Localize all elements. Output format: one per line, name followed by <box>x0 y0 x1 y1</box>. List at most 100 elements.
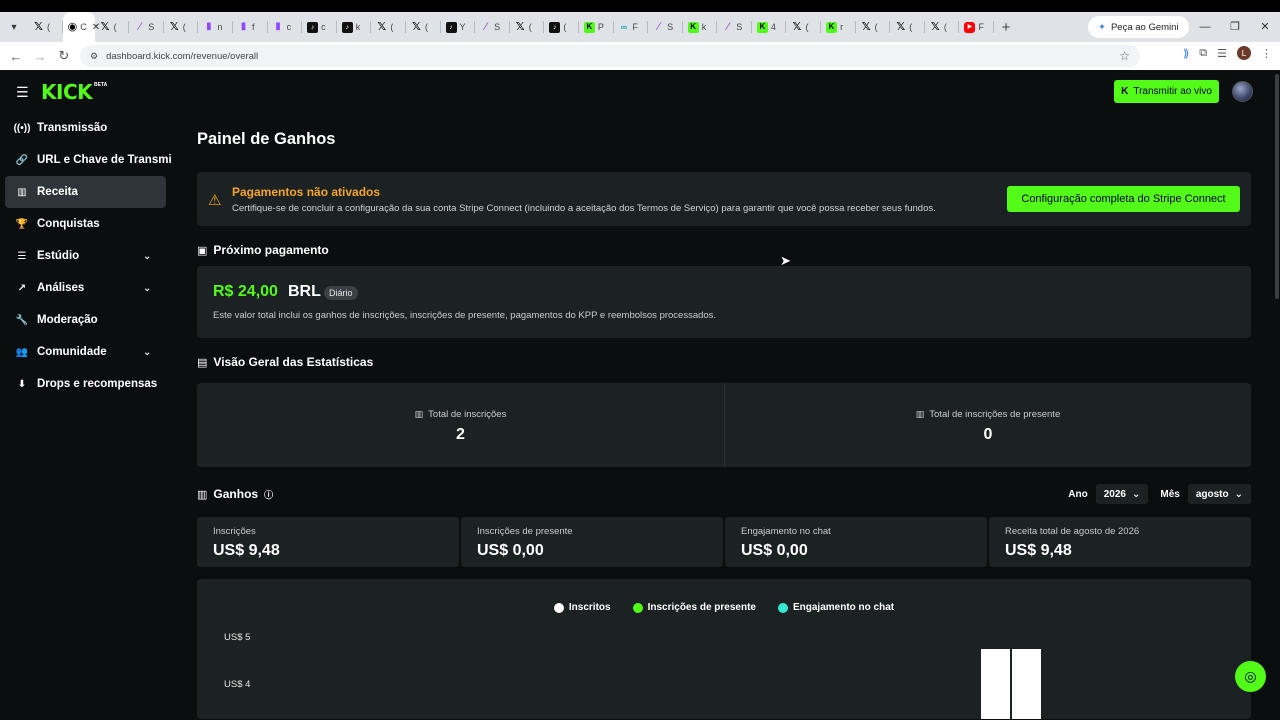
support-chat-button[interactable]: ◎ <box>1235 661 1266 692</box>
sidebar-item-drops[interactable]: ⬇ Drops e recompensas <box>0 368 172 400</box>
browser-tab[interactable]: 𝕏( <box>28 12 63 42</box>
total-subs-label: Total de inscrições <box>428 409 507 420</box>
tab-title: ( <box>563 22 567 32</box>
browser-tab[interactable]: ▮ c <box>268 12 303 42</box>
reading-list-icon[interactable]: ☰ <box>1217 47 1227 60</box>
browser-tab[interactable]: 𝕏( <box>510 12 545 42</box>
browser-tab[interactable]: KP <box>579 12 614 42</box>
new-tab-button[interactable]: + <box>994 19 1018 36</box>
tab-search-button[interactable]: ▾ <box>0 12 28 42</box>
sidebar-item-url[interactable]: 🔗 URL e Chave de Transmissão <box>0 144 172 176</box>
profile-avatar[interactable]: L <box>1237 46 1251 60</box>
beta-badge: BETA <box>94 82 108 88</box>
browser-tab[interactable]: 𝕏( <box>371 12 406 42</box>
reload-icon[interactable]: ↻ <box>52 48 76 64</box>
browser-tab[interactable]: ♪( <box>544 12 579 42</box>
browser-tab[interactable]: 𝕏( <box>890 12 925 42</box>
puzzle-icon[interactable]: ⧉ <box>1199 47 1207 60</box>
tab-title: k <box>701 22 707 32</box>
info-icon[interactable]: ⓘ <box>264 488 273 501</box>
kick-logo[interactable]: KICK <box>41 80 93 104</box>
browser-tab[interactable]: 𝕏( <box>406 12 441 42</box>
tab-title: F <box>978 22 984 32</box>
earnings-filters: Ano 2026 ⌄ Mês agosto ⌄ <box>1068 484 1251 504</box>
browser-tab[interactable]: ∕ S <box>475 12 510 42</box>
forward-icon[interactable]: → <box>28 49 52 64</box>
x-icon: 𝕏 <box>861 20 871 33</box>
chevron-down-icon[interactable]: ⌄ <box>143 347 151 358</box>
tab-title: S <box>148 22 155 32</box>
browser-tab[interactable]: Kk <box>683 12 718 42</box>
extension-icon[interactable]: ⟫ <box>1183 47 1189 60</box>
browser-tab[interactable]: 𝕏( <box>925 12 960 42</box>
sidebar-item-receita[interactable]: ▥ Receita <box>5 176 166 208</box>
browser-tab[interactable]: K4 <box>752 12 787 42</box>
address-bar[interactable]: ⚙ dashboard.kick.com/revenue/overall ☆ <box>80 45 1140 67</box>
bar-chart-icon: ▥ <box>197 488 208 501</box>
browser-tab[interactable]: ▮ n <box>198 12 233 42</box>
site-info-icon[interactable]: ⚙ <box>90 51 98 62</box>
tab-title: S <box>736 22 743 32</box>
hamburger-menu-icon[interactable]: ☰ <box>16 84 29 101</box>
top-bar: ☰ KICK BETA K Transmitir ao vivo <box>0 70 1280 112</box>
browser-tab[interactable]: ♪ k <box>337 12 372 42</box>
browser-tab[interactable]: ∕ S <box>648 12 683 42</box>
tab-title: ( <box>805 22 809 32</box>
payout-frequency-badge: Diário <box>324 286 358 300</box>
kick-favicon-icon: ◉ <box>67 20 78 33</box>
back-icon[interactable]: ← <box>4 49 28 64</box>
earnings-card-label: Inscrições <box>213 526 256 537</box>
page-scrollbar[interactable] <box>1275 74 1279 299</box>
browser-tab[interactable]: ∕ S <box>717 12 752 42</box>
sidebar-item-analises[interactable]: ↗ Análises ⌄ <box>0 272 172 304</box>
twitch-icon: ▮ <box>206 21 212 32</box>
go-live-button[interactable]: K Transmitir ao vivo <box>1114 80 1219 103</box>
warning-title: Pagamentos não ativados <box>232 185 381 199</box>
sidebar-item-label: Comunidade <box>37 346 107 358</box>
browser-tab[interactable]: ♪ Y <box>441 12 476 42</box>
browser-tab[interactable]: ♪ c <box>302 12 337 42</box>
browser-tab[interactable]: 𝕏( <box>164 12 199 42</box>
sidebar-item-conquistas[interactable]: 🏆 Conquistas <box>0 208 172 240</box>
restore-icon[interactable]: ❐ <box>1220 12 1250 42</box>
year-select[interactable]: 2026 ⌄ <box>1095 484 1149 504</box>
bookmark-star-icon[interactable]: ☆ <box>1119 49 1130 63</box>
menu-dots-icon[interactable]: ⋮ <box>1261 47 1272 60</box>
stripe-connect-button[interactable]: Configuração completa do Stripe Connect <box>1007 186 1240 212</box>
gemini-button[interactable]: ✦ Peça ao Gemini <box>1088 16 1189 38</box>
browser-tab[interactable]: 𝕏( <box>856 12 891 42</box>
kick-icon: K <box>583 21 595 33</box>
minimize-icon[interactable]: — <box>1190 12 1220 42</box>
close-icon[interactable]: ✕ <box>1250 12 1280 42</box>
browser-tab[interactable]: ∞ F <box>614 12 649 42</box>
chevron-down-icon[interactable]: ⌄ <box>143 283 151 294</box>
chevron-down-icon[interactable]: ⌄ <box>143 251 151 262</box>
bar-chart-icon: ▥ <box>414 409 424 419</box>
chart-bar[interactable] <box>981 649 1010 719</box>
browser-tab[interactable]: ▮ f <box>233 12 268 42</box>
browser-tab[interactable]: 𝕏( <box>786 12 821 42</box>
link-icon: 🔗 <box>15 154 29 166</box>
browser-tab[interactable]: ◉ C ✕ <box>62 12 100 42</box>
tiktok-icon: ♪ <box>307 21 319 33</box>
sidebar-item-label: Drops e recompensas <box>37 378 158 390</box>
sidebar-item-moderacao[interactable]: 🔧 Moderação <box>0 304 172 336</box>
browser-tab[interactable]: 𝕏( <box>95 12 130 42</box>
browser-tab[interactable]: Kr <box>821 12 856 42</box>
sidebar-item-label: Análises <box>37 282 85 294</box>
month-select[interactable]: agosto ⌄ <box>1187 484 1251 504</box>
sidebar-item-estudio[interactable]: ☰ Estúdio ⌄ <box>0 240 172 272</box>
browser-tab[interactable]: ∕ S <box>129 12 164 42</box>
chart-bar[interactable] <box>1012 649 1041 719</box>
tab-title: ( <box>113 22 117 32</box>
sora-icon: ∕ <box>484 20 487 33</box>
total-subs-label-row: ▥ Total de inscrições <box>197 409 724 420</box>
earnings-card-value: US$ 0,00 <box>477 542 544 559</box>
user-avatar[interactable] <box>1232 81 1253 102</box>
payout-amount: R$ 24,00 <box>213 283 278 300</box>
sidebar-item-comunidade[interactable]: 👥 Comunidade ⌄ <box>0 336 172 368</box>
browser-tab[interactable]: ▶ F <box>959 12 994 42</box>
total-gift-label: Total de inscrições de presente <box>929 409 1061 420</box>
sidebar-item-transmissao[interactable]: ((•)) Transmissão <box>0 112 172 144</box>
tab-title: c <box>321 22 326 32</box>
